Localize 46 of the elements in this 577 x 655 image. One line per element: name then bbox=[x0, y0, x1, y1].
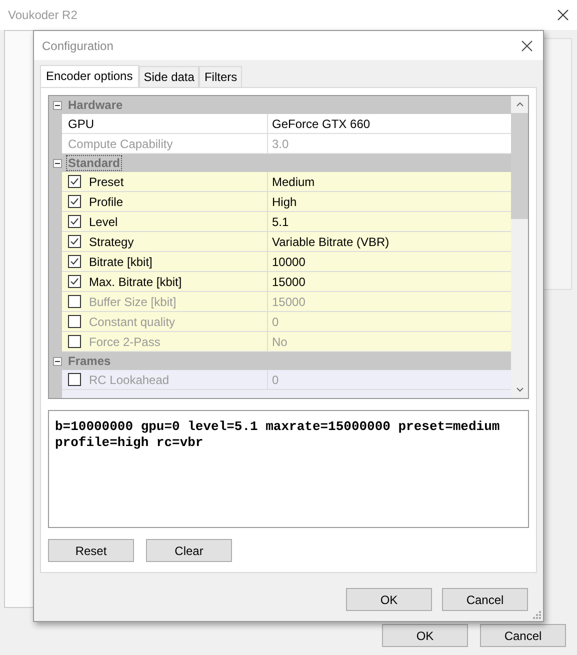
tab[interactable]: Filters bbox=[199, 66, 242, 87]
property-name: GPU bbox=[62, 114, 268, 133]
property-name: Buffer Size [kbit] bbox=[62, 292, 268, 311]
checkbox[interactable] bbox=[68, 195, 81, 208]
property-value[interactable]: 5.1 bbox=[268, 212, 511, 231]
dialog-button[interactable]: Cancel bbox=[442, 588, 528, 611]
checkbox[interactable] bbox=[68, 175, 81, 188]
property-name: Force 2-Pass bbox=[62, 332, 268, 351]
property-name: Strategy bbox=[62, 232, 268, 251]
dialog-button[interactable]: OK bbox=[382, 624, 468, 647]
collapse-icon[interactable] bbox=[53, 158, 62, 168]
close-icon[interactable] bbox=[557, 9, 569, 21]
property-value[interactable]: GeForce GTX 660 bbox=[268, 114, 511, 133]
scrollbar[interactable] bbox=[511, 96, 528, 398]
property-value[interactable]: Medium bbox=[268, 172, 511, 191]
panel-button[interactable]: Clear bbox=[146, 539, 232, 562]
checkbox[interactable] bbox=[68, 275, 81, 288]
collapse-icon[interactable] bbox=[53, 100, 62, 110]
scroll-down-icon[interactable] bbox=[516, 387, 524, 392]
resize-grip-icon[interactable] bbox=[533, 611, 541, 619]
tab[interactable]: Encoder options bbox=[40, 65, 139, 87]
property-name: Level bbox=[62, 212, 268, 231]
tab[interactable]: Side data bbox=[138, 66, 200, 87]
property-name: Profile bbox=[62, 192, 268, 211]
dialog-button[interactable]: Cancel bbox=[480, 624, 566, 647]
dialog-title: Configuration bbox=[42, 38, 114, 52]
property-value[interactable]: 15000 bbox=[268, 272, 511, 291]
property-name: Bitrate [kbit] bbox=[62, 252, 268, 271]
property-value[interactable]: 10000 bbox=[268, 252, 511, 271]
window-title: Voukoder R2 bbox=[8, 8, 78, 22]
close-icon[interactable] bbox=[521, 40, 533, 52]
property-name: Compute Capability bbox=[62, 134, 268, 153]
checkbox[interactable] bbox=[68, 235, 81, 248]
property-value[interactable]: High bbox=[268, 192, 511, 211]
property-name: Constant quality bbox=[62, 312, 268, 331]
panel-button[interactable]: Reset bbox=[48, 539, 134, 562]
property-name: Preset bbox=[62, 172, 268, 191]
scroll-up-icon[interactable] bbox=[516, 102, 524, 107]
checkbox[interactable] bbox=[68, 255, 81, 268]
options-text-area[interactable]: b=10000000 gpu=0 level=5.1 maxrate=15000000 preset=medium profile=high rc=vbr bbox=[48, 410, 529, 528]
property-name: RC Lookahead bbox=[62, 370, 268, 389]
checkbox[interactable] bbox=[68, 215, 81, 228]
property-name: Max. Bitrate [kbit] bbox=[62, 272, 268, 291]
collapse-icon[interactable] bbox=[53, 356, 62, 366]
dialog-button[interactable]: OK bbox=[346, 588, 432, 611]
property-value[interactable]: Variable Bitrate (VBR) bbox=[268, 232, 511, 251]
